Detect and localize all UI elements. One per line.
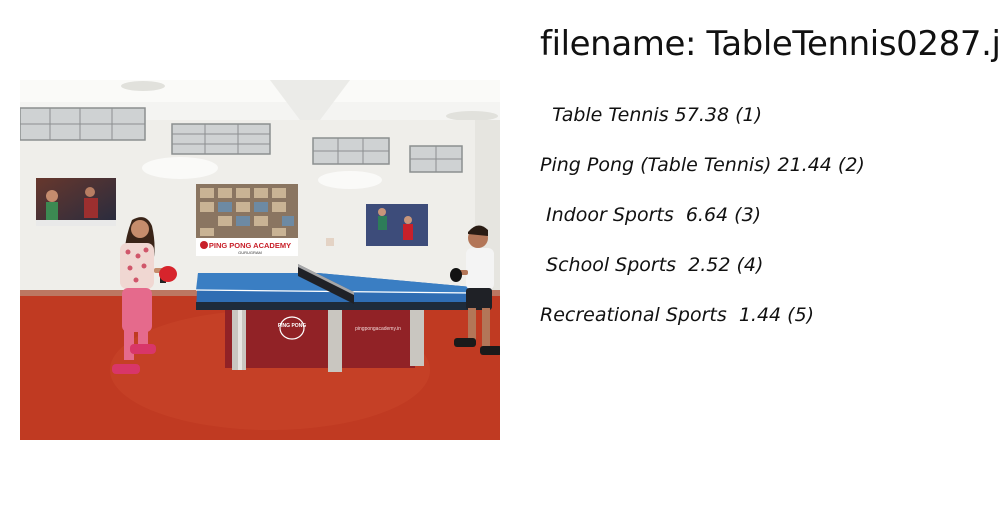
poster-subcaption: GURUGRAM <box>238 250 262 255</box>
ceiling-light <box>446 111 498 121</box>
photo-scene: PING PONG ACADEMY GURUGRAM PING PONG pin… <box>20 80 500 440</box>
poster-center: PING PONG ACADEMY GURUGRAM <box>196 184 298 256</box>
window <box>409 145 463 173</box>
table-logo: PING PONG <box>278 323 306 329</box>
ceiling-light <box>121 81 165 91</box>
wall-sign <box>326 238 334 246</box>
table-url: pingpongacademy.in <box>355 326 401 332</box>
table-tennis-photo: PING PONG ACADEMY GURUGRAM PING PONG pin… <box>20 80 500 440</box>
page: PING PONG ACADEMY GURUGRAM PING PONG pin… <box>0 0 1000 520</box>
window <box>171 123 271 155</box>
prediction-item: Recreational Sports 1.44 (5) <box>540 304 815 326</box>
window <box>20 107 146 141</box>
prediction-item: Table Tennis 57.38 (1) <box>540 104 762 126</box>
poster-left <box>36 178 116 226</box>
prediction-item: School Sports 2.52 (4) <box>540 254 764 276</box>
prediction-item: Indoor Sports 6.64 (3) <box>540 204 762 226</box>
poster-caption: PING PONG ACADEMY <box>209 241 291 250</box>
window <box>312 137 390 165</box>
filename-label: filename: TableTennis0287.jpg <box>540 24 1000 64</box>
poster-right <box>366 204 428 246</box>
prediction-list: Table Tennis 57.38 (1) Ping Pong (Table … <box>540 102 865 352</box>
prediction-item: Ping Pong (Table Tennis) 21.44 (2) <box>540 154 865 176</box>
